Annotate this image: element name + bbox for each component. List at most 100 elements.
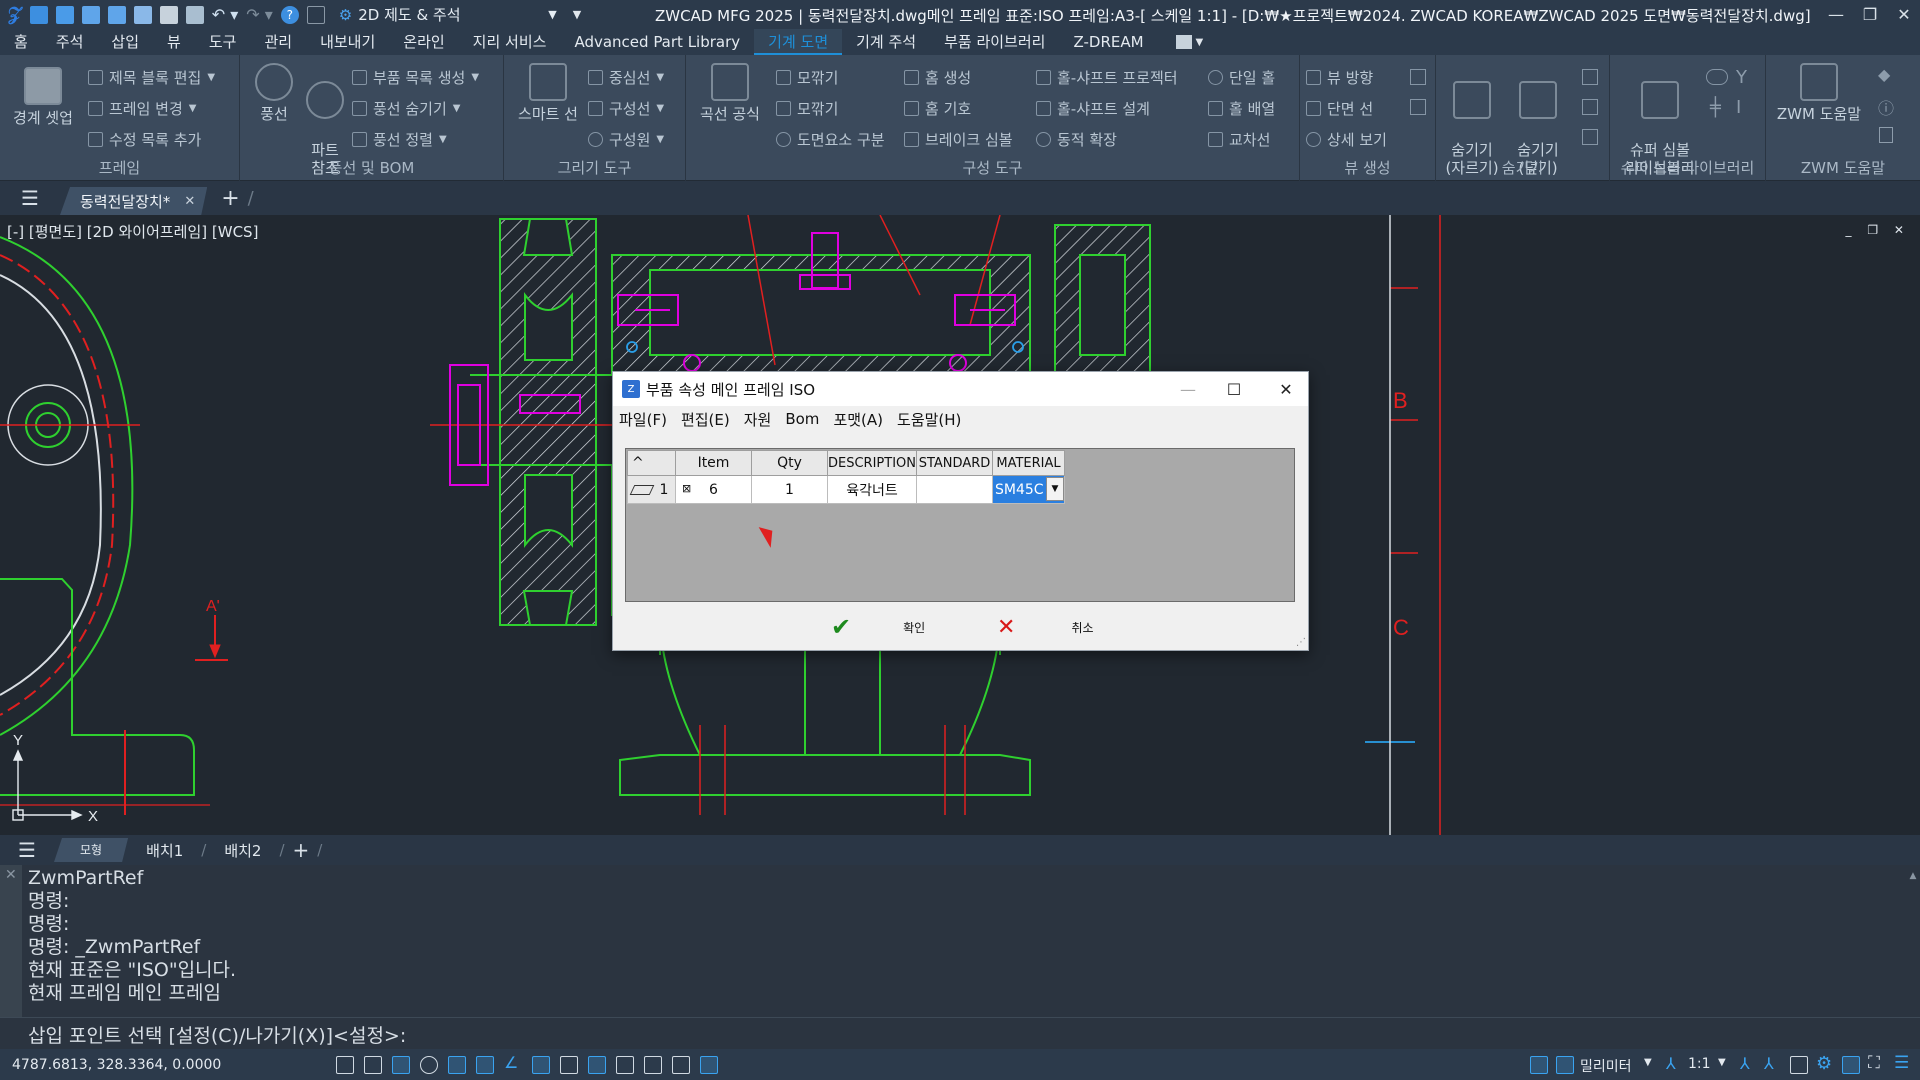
save-icon[interactable] — [81, 5, 100, 24]
osnap-icon[interactable] — [448, 1056, 466, 1074]
cell-material[interactable]: SM45C ▼ — [992, 475, 1065, 504]
units-label[interactable]: 밀리미터 — [1580, 1056, 1632, 1076]
fillet-button[interactable]: 모깎기 — [776, 67, 838, 88]
hamburger-menu-icon[interactable]: ☰ — [0, 838, 54, 862]
zwm-help-button[interactable]: ZWM 도움말 — [1770, 63, 1868, 123]
chevron-down-icon[interactable]: ▼ — [1718, 1057, 1726, 1068]
close-button[interactable]: ✕ — [1884, 0, 1920, 29]
info-icon[interactable]: ⓘ — [1878, 95, 1894, 119]
properties-icon[interactable] — [672, 1056, 690, 1074]
col-standard[interactable]: STANDARD — [916, 450, 993, 476]
document-icon[interactable] — [1879, 127, 1893, 143]
add-revision-button[interactable]: 수정 목록 추가 — [88, 129, 201, 150]
new-file-icon[interactable] — [29, 5, 48, 24]
col-material[interactable]: MATERIAL — [992, 450, 1065, 476]
new-tab-button[interactable]: + — [221, 186, 239, 211]
command-scrollbar[interactable]: ▲ — [1908, 871, 1918, 1011]
symbol-plus-icon[interactable]: ╪ — [1710, 97, 1721, 118]
tab-geo-services[interactable]: 지리 서비스 — [459, 29, 561, 55]
command-prompt[interactable]: 삽입 포인트 선택 [설정(C)/나가기(X)]<설정>: — [28, 1021, 406, 1048]
annotation-icon[interactable] — [644, 1056, 662, 1074]
chevron-down-icon[interactable]: ▼ — [1644, 1057, 1652, 1068]
selection-cycle-icon[interactable] — [616, 1056, 634, 1074]
diamond-icon[interactable]: ◆ — [1878, 65, 1890, 84]
symbol-fork-icon[interactable]: Y — [1736, 67, 1747, 88]
tab-parts-library[interactable]: 부품 라이브러리 — [930, 29, 1059, 55]
cursor-coordinates[interactable]: 4787.6813, 328.3364, 0.0000 — [12, 1057, 221, 1073]
menu-edit[interactable]: 편집(E) — [675, 409, 736, 430]
annotation-visibility-icon[interactable]: ⅄ — [1740, 1054, 1750, 1073]
polar-icon[interactable] — [420, 1056, 438, 1074]
customize-qat-icon[interactable]: ▼ — [573, 8, 581, 21]
groove-create-button[interactable]: 홈 생성 — [904, 67, 971, 88]
dynamic-extend-button[interactable]: 동적 확장 — [1036, 129, 1117, 150]
hamburger-menu-icon[interactable]: ☰ — [0, 181, 60, 215]
menu-bom[interactable]: Bom — [779, 410, 825, 428]
units-icon[interactable] — [1556, 1056, 1574, 1074]
tab-online[interactable]: 온라인 — [389, 29, 458, 55]
undo-icon[interactable]: ↶ ▾ — [212, 5, 239, 24]
ok-button[interactable]: ✔ 확인 — [831, 612, 925, 642]
minimize-button[interactable]: — — [1165, 372, 1211, 406]
tab-home[interactable]: 홈 — [0, 29, 42, 55]
workspace-dropdown[interactable]: ⚙ 2D 제도 & 주석 ▼ — [333, 4, 563, 26]
annotation-scale-label[interactable]: 1:1 — [1688, 1056, 1711, 1072]
export-icon[interactable] — [133, 5, 152, 24]
sort-header[interactable]: ^ — [627, 450, 676, 476]
menu-format[interactable]: 포맷(A) — [827, 409, 889, 430]
close-button[interactable]: ✕ — [1263, 372, 1309, 406]
cell-description[interactable]: 육각너트 — [827, 475, 917, 504]
command-window-sidebar[interactable]: ✕ — [0, 865, 22, 1017]
tab-tools[interactable]: 도구 — [195, 29, 251, 55]
cell-qty[interactable]: 1 — [751, 475, 828, 504]
element-split-button[interactable]: 도면요소 구분 — [776, 129, 885, 150]
chevron-down-icon[interactable]: ▼ — [1196, 37, 1204, 48]
close-tab-icon[interactable]: ✕ — [184, 194, 195, 209]
hole-shaft-design-button[interactable]: 홀-샤프트 설계 — [1036, 98, 1150, 119]
groove-symbol-button[interactable]: 홈 기호 — [904, 98, 971, 119]
view-extra2-icon[interactable] — [1410, 99, 1426, 115]
col-description[interactable]: DESCRIPTION — [827, 450, 917, 476]
snap-icon[interactable] — [364, 1056, 382, 1074]
dynamic-input-icon[interactable] — [532, 1056, 550, 1074]
cancel-button[interactable]: ✕ 취소 — [997, 612, 1094, 642]
open-folder-icon[interactable] — [55, 5, 74, 24]
view-extra-icon[interactable] — [1410, 69, 1426, 85]
section-line-button[interactable]: 단면 선 — [1306, 98, 1373, 119]
command-input-row[interactable]: 삽입 포인트 선택 [설정(C)/나가기(X)]<설정>: — [0, 1017, 1920, 1049]
auto-scale-icon[interactable]: ⅄ — [1764, 1054, 1774, 1073]
tab-mechanical-drawing[interactable]: 기계 도면 — [754, 29, 843, 55]
tab-annotate[interactable]: 주석 — [42, 29, 98, 55]
annotation-scale-icon[interactable]: ⅄ — [1666, 1054, 1676, 1073]
cell-item[interactable]: ⊠ 6 — [675, 475, 752, 504]
plot-preview-icon[interactable] — [185, 5, 204, 24]
grid-icon[interactable] — [336, 1056, 354, 1074]
layout-tab-layout1[interactable]: 배치1 — [128, 840, 201, 861]
detail-view-button[interactable]: 상세 보기 — [1306, 129, 1387, 150]
hardware-accel-icon[interactable] — [1842, 1056, 1860, 1074]
blank-toggle-icon[interactable] — [306, 5, 325, 24]
construction-circle-button[interactable]: 구성원 ▼ — [588, 129, 664, 150]
smart-line-button[interactable]: 스마트 선 — [510, 63, 586, 123]
document-tab[interactable]: 동력전달장치* ✕ — [60, 187, 207, 215]
construction-line-button[interactable]: 구성선 ▼ — [588, 98, 664, 119]
edit-title-block-button[interactable]: 제목 블록 편집 ▼ — [88, 67, 215, 88]
curve-formula-button[interactable]: 곡선 공식 — [692, 63, 768, 123]
hide-extra-icon[interactable] — [1582, 69, 1598, 85]
tab-view[interactable]: 뷰 — [153, 29, 195, 55]
centerline-button[interactable]: 중심선 ▼ — [588, 67, 664, 88]
fullscreen-icon[interactable]: ⛶ — [1868, 1053, 1880, 1073]
single-hole-button[interactable]: 단일 홀 — [1208, 67, 1275, 88]
symbol-pillar-icon[interactable]: I — [1736, 97, 1741, 118]
otrack-icon[interactable] — [476, 1056, 494, 1074]
ribbon-minimize-icon[interactable] — [1175, 35, 1192, 49]
add-layout-button[interactable]: + — [293, 838, 310, 862]
col-qty[interactable]: Qty — [751, 450, 828, 476]
print-icon[interactable] — [159, 5, 178, 24]
hide-extra2-icon[interactable] — [1582, 99, 1598, 115]
hole-array-button[interactable]: 홀 배열 — [1208, 98, 1275, 119]
tab-insert[interactable]: 삽입 — [97, 29, 153, 55]
bom-grid[interactable]: ^ Item Qty DESCRIPTION STANDARD MATERIAL… — [625, 448, 1295, 602]
viewport-controls[interactable]: _ ❐ ✕ — [1846, 223, 1910, 237]
tab-mechanical-annotation[interactable]: 기계 주석 — [842, 29, 930, 55]
